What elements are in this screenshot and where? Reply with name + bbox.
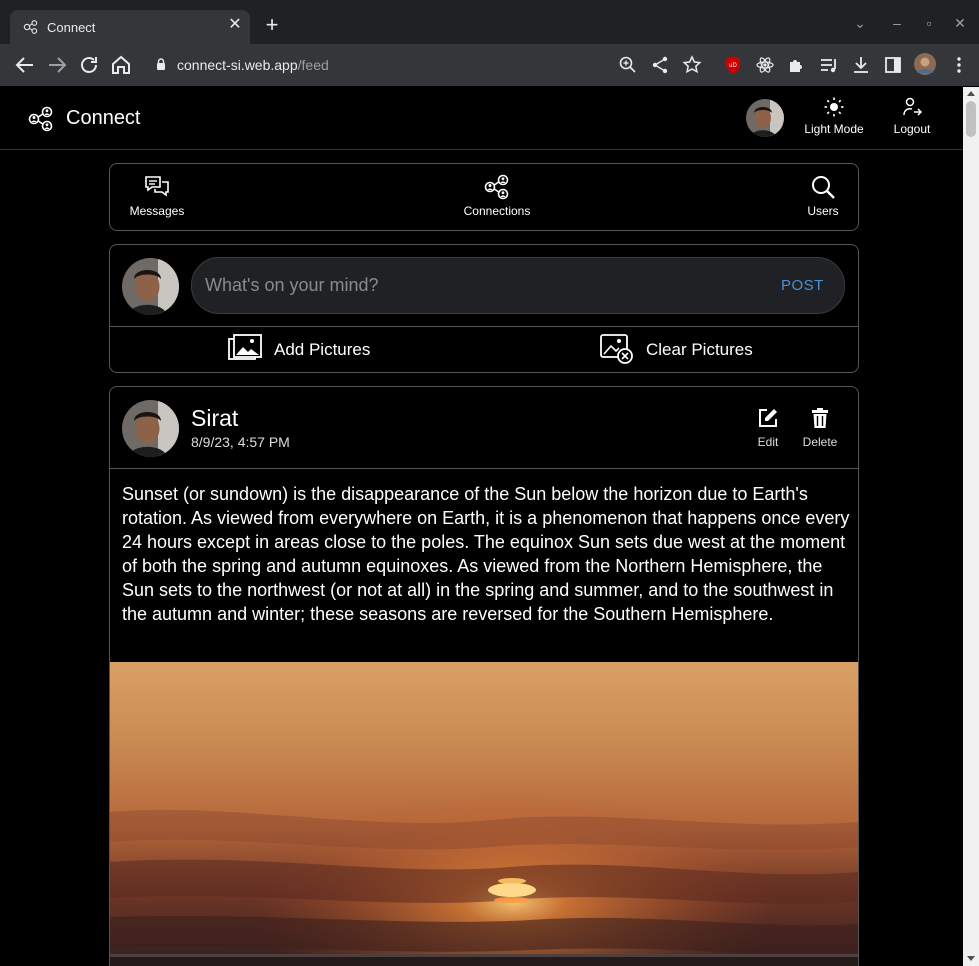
app-viewport: Connect Light Mode Logout Messages Conne…: [0, 87, 963, 966]
nav-item-messages[interactable]: Messages: [127, 174, 187, 218]
scrollbar-thumb[interactable]: [966, 101, 976, 137]
delete-post-button[interactable]: Delete: [800, 407, 840, 449]
add-image-icon: [228, 334, 262, 360]
composer-divider: [110, 326, 858, 327]
messages-icon: [145, 176, 169, 197]
composer-avatar: [122, 258, 179, 315]
tab-title: Connect: [47, 20, 96, 35]
connections-icon: [484, 174, 509, 200]
share-icon[interactable]: [650, 55, 670, 75]
browser-toolbar: connect-si.web.app/feed uD: [0, 44, 979, 86]
user-avatar-icon: [122, 258, 179, 315]
reload-icon[interactable]: [77, 53, 101, 77]
post-button[interactable]: POST: [781, 277, 824, 294]
connections-logo-icon: [28, 106, 53, 132]
logout-button[interactable]: Logout: [891, 97, 933, 136]
clear-pictures-button[interactable]: Clear Pictures: [600, 334, 760, 366]
edit-icon: [759, 409, 777, 427]
trash-icon: [812, 408, 828, 428]
restore-icon[interactable]: ▫: [921, 15, 937, 31]
url-host: connect-si.web.app: [177, 57, 298, 73]
extensions-puzzle-icon[interactable]: [787, 55, 807, 75]
bookmark-star-icon[interactable]: [682, 55, 702, 75]
new-tab-button[interactable]: +: [262, 14, 282, 36]
back-icon[interactable]: [13, 53, 37, 77]
logout-icon: [903, 97, 922, 116]
post-composer: POST Add Pictures Clear Pictures: [109, 244, 859, 373]
app-logo-text: Connect: [66, 107, 141, 129]
url-path: /feed: [297, 57, 329, 73]
tab-search-icon[interactable]: ⌄: [852, 15, 868, 31]
minimize-icon[interactable]: –: [889, 15, 905, 31]
forward-icon[interactable]: [45, 53, 69, 77]
zoom-icon[interactable]: [618, 55, 638, 75]
side-panel-icon[interactable]: [883, 55, 903, 75]
search-icon: [812, 176, 835, 199]
close-window-icon[interactable]: ✕: [952, 15, 968, 31]
post-input-container: POST: [191, 257, 845, 314]
url-text: connect-si.web.app/feed: [177, 57, 329, 73]
add-pictures-button[interactable]: Add Pictures: [228, 334, 388, 366]
post-body-text: Sunset (or sundown) is the disappearance…: [122, 484, 850, 624]
sunset-photo: [110, 662, 858, 966]
nav-label-users: Users: [807, 204, 839, 218]
browser-tab-strip: Connect ✕ + ⌄ – ▫ ✕: [0, 0, 979, 44]
home-icon[interactable]: [109, 53, 133, 77]
edit-label: Edit: [757, 435, 779, 449]
header-avatar[interactable]: [746, 99, 784, 137]
scroll-down-arrow[interactable]: [967, 956, 975, 961]
post-author-avatar[interactable]: [122, 400, 179, 457]
profile-avatar-icon[interactable]: [914, 53, 936, 75]
nav-label-messages: Messages: [129, 204, 185, 218]
ublock-icon[interactable]: uD: [723, 55, 743, 75]
svg-text:uD: uD: [729, 63, 737, 69]
connect-favicon-icon: [23, 20, 38, 34]
media-queue-icon[interactable]: [819, 55, 839, 75]
edit-post-button[interactable]: Edit: [757, 407, 779, 449]
sun-icon: [824, 97, 844, 117]
browser-tab[interactable]: Connect ✕: [10, 10, 250, 44]
add-pictures-label: Add Pictures: [274, 340, 371, 359]
light-mode-label: Light Mode: [804, 122, 864, 136]
feed-post: Sirat 8/9/23, 4:57 PM Edit Delete Sunset…: [109, 386, 859, 966]
browser-menu-icon[interactable]: [949, 55, 969, 75]
user-avatar-icon: [122, 400, 179, 457]
delete-label: Delete: [802, 435, 838, 449]
post-image[interactable]: [110, 662, 858, 966]
app-header: Connect Light Mode Logout: [0, 87, 963, 150]
nav-label-connections: Connections: [463, 204, 531, 218]
lock-icon: [157, 58, 165, 70]
nav-item-connections[interactable]: Connections: [457, 174, 537, 218]
close-tab-icon[interactable]: ✕: [227, 17, 243, 33]
light-mode-button[interactable]: Light Mode: [803, 97, 865, 136]
nav-item-users[interactable]: Users: [802, 174, 844, 218]
logout-label: Logout: [893, 122, 931, 136]
download-icon[interactable]: [851, 55, 871, 75]
clear-image-icon: [600, 334, 633, 364]
post-timestamp: 8/9/23, 4:57 PM: [191, 434, 290, 450]
scroll-up-arrow[interactable]: [967, 91, 975, 96]
main-nav: Messages Connections Users: [109, 163, 859, 231]
react-devtools-icon[interactable]: [755, 55, 775, 75]
page-scrollbar[interactable]: [963, 87, 979, 966]
clear-pictures-label: Clear Pictures: [646, 340, 753, 359]
post-input[interactable]: [205, 272, 765, 298]
user-avatar-icon: [746, 99, 784, 137]
post-header-divider: [110, 468, 858, 469]
post-author-name[interactable]: Sirat: [191, 405, 238, 432]
